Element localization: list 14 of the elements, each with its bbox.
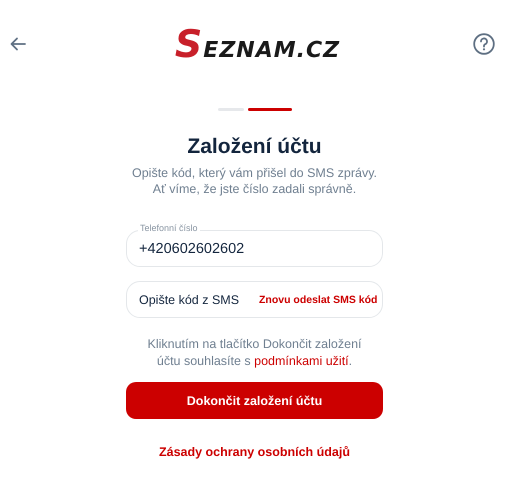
subtitle-text: Opište kód, který vám přišel do SMS zprávy. <box>132 165 377 181</box>
phone-field[interactable]: +420602602602 <box>126 230 383 267</box>
back-arrow-icon[interactable] <box>10 37 26 51</box>
page-title: Založení účtu <box>187 135 322 159</box>
help-icon[interactable] <box>473 33 495 55</box>
resend-sms-link[interactable]: Znovu odeslat SMS kód <box>259 294 378 306</box>
subtitle-text: Ať víme, že jste číslo zadali správně. <box>152 181 358 197</box>
sms-code-field[interactable]: Opište kód z SMS Znovu odeslat SMS kód <box>126 281 383 318</box>
consent-text: Kliknutím na tlačítko Dokončit založení účtu souhlasíte s podmínkami užití. <box>146 336 362 370</box>
logo: SEZNAM.CZ <box>174 22 340 66</box>
terms-link[interactable]: podmínkami užití <box>254 354 349 368</box>
field-label: Telefonní číslo <box>138 223 200 233</box>
finish-button[interactable]: Dokončit založení účtu <box>126 382 383 419</box>
privacy-link[interactable]: Zásady ochrany osobních údajů <box>158 445 350 459</box>
